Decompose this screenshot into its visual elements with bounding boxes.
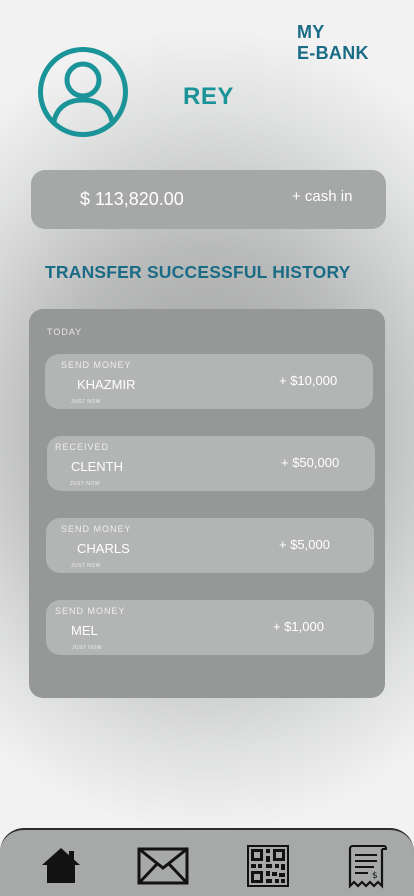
user-name: REY [183, 83, 234, 110]
cash-in-button[interactable]: + cash in [292, 188, 352, 205]
balance-card: $ 113,820.00 + cash in [31, 170, 386, 229]
transaction-time: JUST NOW [71, 563, 102, 569]
app-brand: MY E-BANK [297, 22, 369, 64]
brand-line-1: MY [297, 22, 325, 42]
receipt-icon: $ [348, 845, 388, 889]
transaction-time: JUST NOW [72, 645, 103, 651]
history-panel: TODAY SEND MONEY KHAZMIR JUST NOW + $10,… [29, 309, 385, 698]
transaction-type: RECEIVED [55, 442, 110, 452]
transaction-amount: + $50,000 [281, 455, 340, 470]
transaction-name: MEL [71, 623, 98, 638]
user-icon [38, 47, 128, 137]
transaction-type: SEND MONEY [61, 360, 132, 370]
transaction-card[interactable]: RECEIVED CLENTH JUST NOW + $50,000 [47, 436, 375, 491]
transaction-time: JUST NOW [70, 481, 101, 487]
transaction-card[interactable]: SEND MONEY MEL JUST NOW + $1,000 [46, 600, 374, 655]
transaction-card[interactable]: SEND MONEY KHAZMIR JUST NOW + $10,000 [45, 354, 373, 409]
transaction-amount: + $1,000 [273, 619, 324, 634]
home-icon [42, 848, 80, 883]
bottom-nav: $ [0, 828, 414, 896]
nav-receipt-button[interactable]: $ [344, 844, 388, 895]
transaction-type: SEND MONEY [61, 524, 132, 534]
transaction-name: CHARLS [77, 541, 130, 556]
transaction-name: CLENTH [71, 459, 124, 474]
transaction-time: JUST NOW [71, 399, 102, 405]
transaction-amount: + $5,000 [279, 537, 330, 552]
qr-code-icon [247, 845, 289, 887]
svg-text:$: $ [372, 871, 378, 881]
avatar[interactable] [36, 45, 130, 139]
balance-amount: $ 113,820.00 [80, 189, 184, 209]
transaction-card[interactable]: SEND MONEY CHARLS JUST NOW + $5,000 [46, 518, 374, 573]
transaction-name: KHAZMIR [77, 377, 136, 392]
transaction-amount: + $10,000 [279, 373, 338, 388]
section-label: TODAY [47, 327, 83, 337]
history-title: TRANSFER SUCCESSFUL HISTORY [45, 262, 351, 282]
nav-qr-button[interactable] [247, 845, 289, 892]
nav-mail-button[interactable] [137, 847, 189, 890]
brand-line-2: E-BANK [297, 43, 369, 63]
nav-home-button[interactable] [40, 846, 82, 889]
mail-icon [137, 847, 189, 885]
transaction-type: SEND MONEY [55, 606, 126, 616]
